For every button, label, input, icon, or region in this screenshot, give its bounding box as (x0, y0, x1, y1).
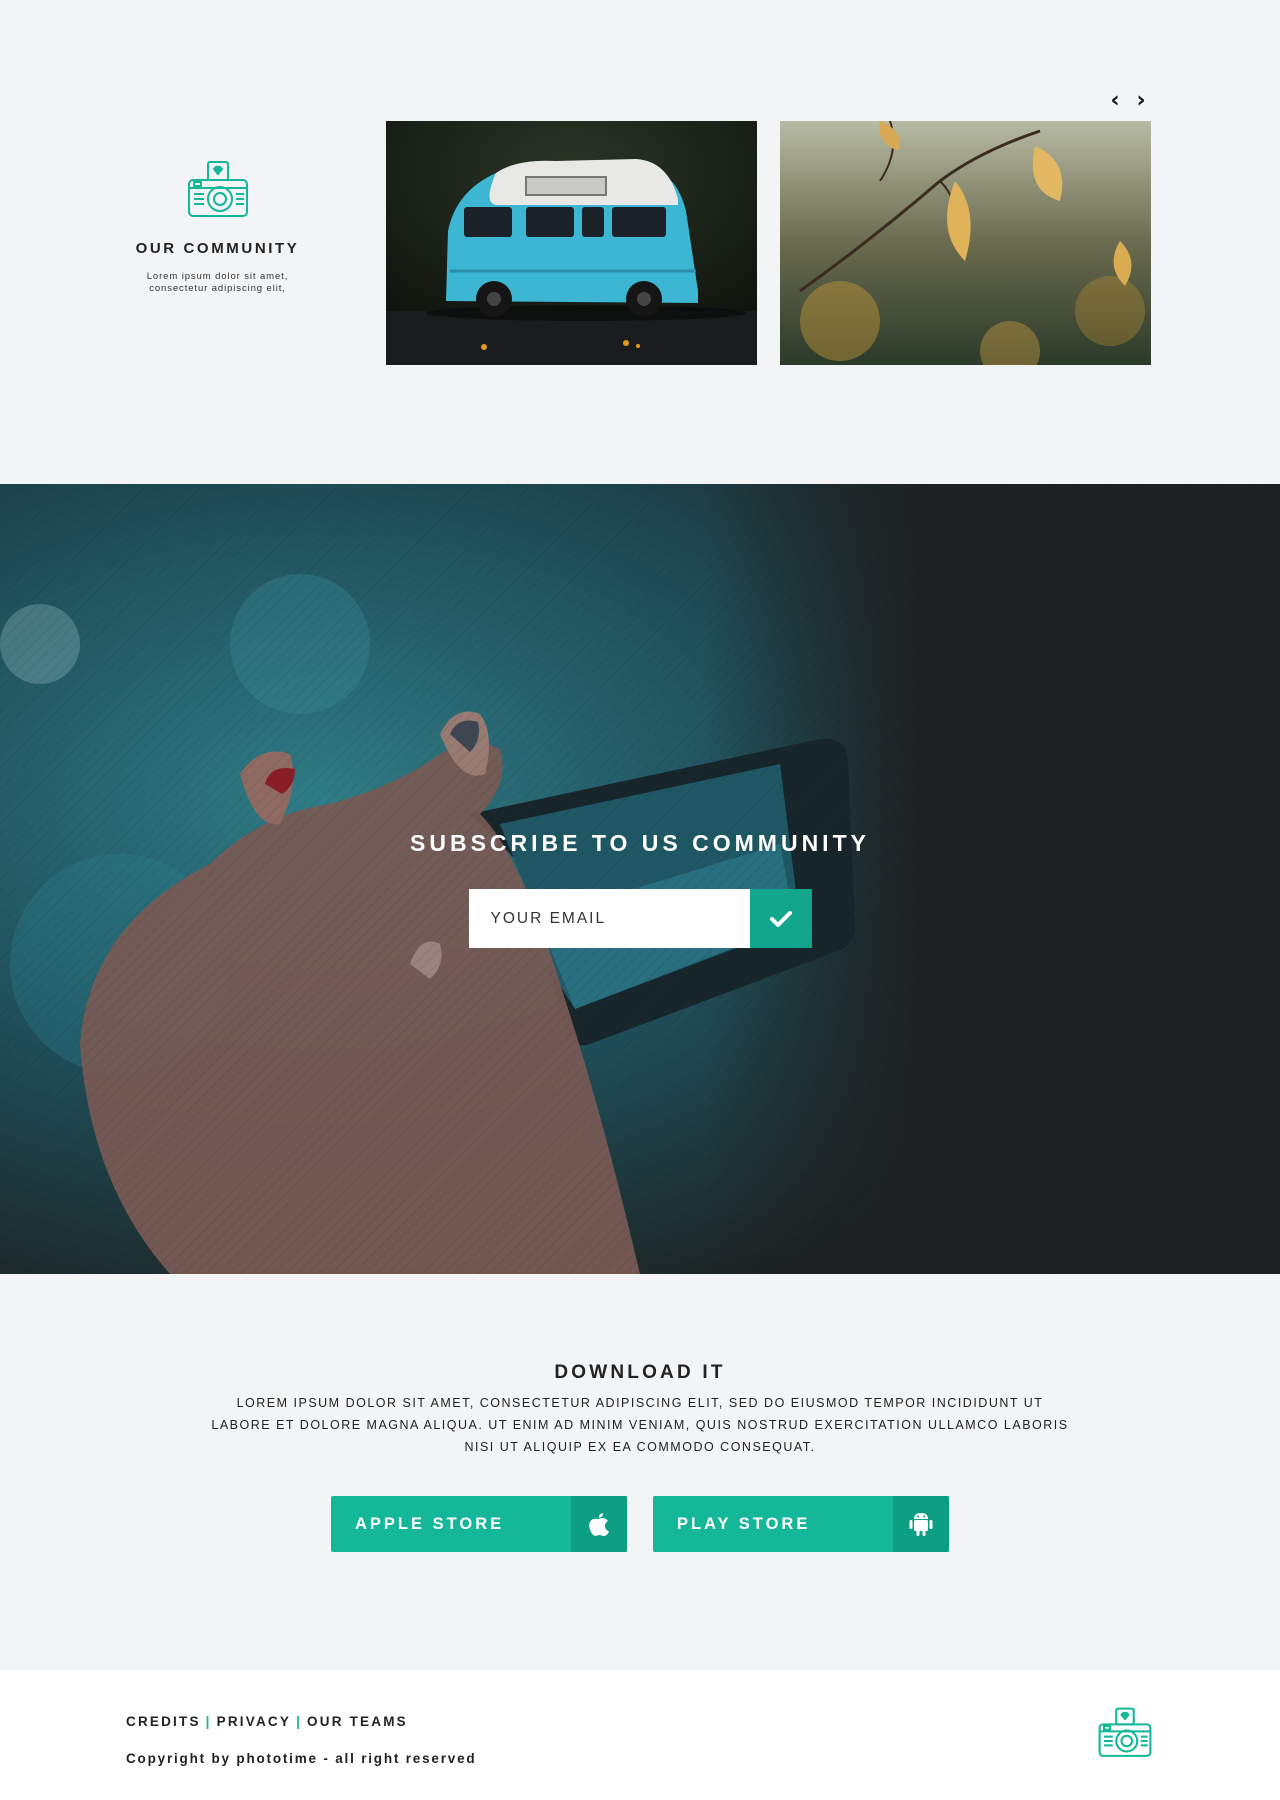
camera-heart-icon (1098, 1707, 1152, 1757)
subscribe-button[interactable] (749, 889, 812, 948)
subscribe-title: SUBSCRIBE TO US COMMUNITY (410, 830, 870, 856)
apple-icon (571, 1496, 627, 1552)
chevron-left-icon[interactable]: ‹ (1106, 90, 1124, 112)
android-icon (893, 1496, 949, 1552)
apple-store-label: APPLE STORE (355, 1514, 505, 1533)
footer-links: CREDITS | PRIVACY | OUR TEAMS (126, 1714, 408, 1729)
download-description: Lorem ipsum dolor sit amet, consectetur … (211, 1396, 1069, 1454)
play-store-label: PLAY STORE (677, 1514, 811, 1533)
credits-link[interactable]: CREDITS (126, 1714, 201, 1729)
check-icon (769, 910, 792, 927)
chevron-right-icon[interactable]: › (1132, 90, 1150, 112)
privacy-link[interactable]: PRIVACY (217, 1714, 291, 1729)
subscribe-content: SUBSCRIBE TO US COMMUNITY (0, 830, 1280, 948)
community-title: OUR COMMUNITY (135, 240, 300, 257)
footer-separator: | (205, 1714, 212, 1729)
camera-heart-icon (187, 161, 248, 217)
community-description: Lorem ipsum dolor sit amet, consectetur … (146, 271, 289, 294)
download-title: DOWNLOAD IT (554, 1362, 726, 1383)
slider-nav: ‹ › (1106, 90, 1150, 112)
autumn-leaves-photo[interactable] (780, 121, 1151, 365)
footer: CREDITS | PRIVACY | OUR TEAMS Copyright by p… (0, 1670, 1280, 1800)
copyright-text: Copyright by phototime - all right reser… (126, 1751, 477, 1766)
community-intro: OUR COMMUNITY Lorem ipsum dolor sit amet… (120, 160, 315, 295)
play-store-button[interactable]: PLAY STORE (653, 1496, 949, 1552)
community-section: OUR COMMUNITY Lorem ipsum dolor sit amet… (0, 0, 1280, 484)
store-buttons: APPLE STORE PLAY STORE (0, 1496, 1280, 1552)
subscribe-section: SUBSCRIBE TO US COMMUNITY (0, 484, 1280, 1274)
subscribe-form (468, 889, 812, 948)
our-teams-link[interactable]: OUR TEAMS (307, 1714, 408, 1729)
camper-van-photo[interactable] (386, 121, 757, 365)
download-section: DOWNLOAD IT Lorem ipsum dolor sit amet, … (0, 1274, 1280, 1670)
footer-separator: | (296, 1714, 303, 1729)
apple-store-button[interactable]: APPLE STORE (331, 1496, 627, 1552)
email-field[interactable] (468, 889, 750, 948)
